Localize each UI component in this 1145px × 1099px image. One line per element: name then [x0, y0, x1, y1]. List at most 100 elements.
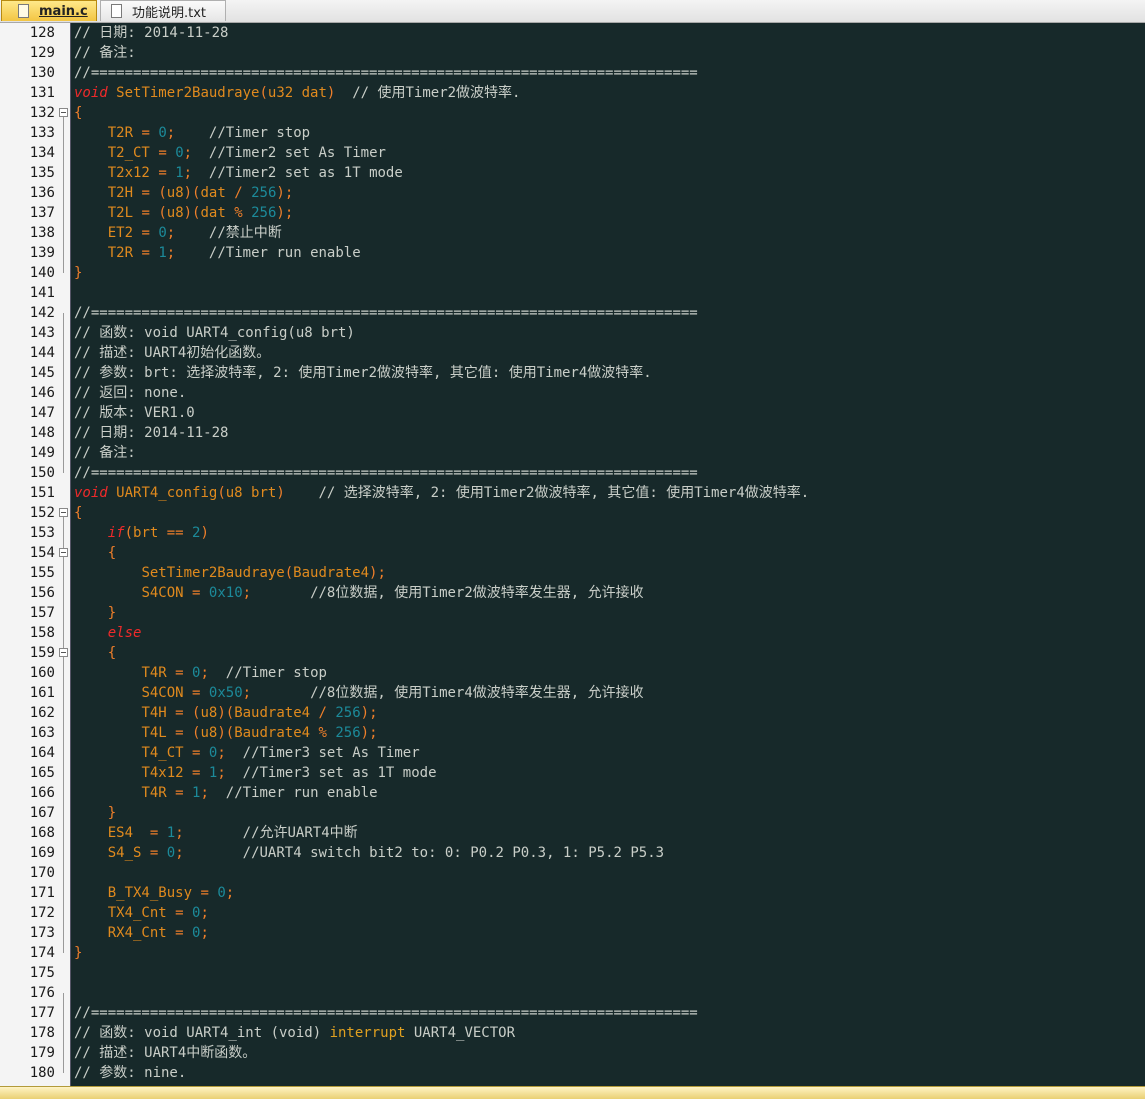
code-token: // 描述: UART4初始化函数。 — [74, 345, 271, 361]
code-token: ; — [175, 825, 184, 841]
code-token: else — [107, 625, 142, 641]
code-token: T4R — [141, 785, 167, 801]
code-line: { — [71, 543, 1145, 563]
collapse-icon[interactable] — [59, 508, 68, 517]
code-token: = — [200, 885, 209, 901]
code-token: //Timer stop — [225, 665, 327, 681]
code-token: B_TX4_Busy — [107, 885, 193, 901]
code-token: = — [141, 225, 150, 241]
code-line: ES4 = 1; //允许UART4中断 — [71, 823, 1145, 843]
code-line: //======================================… — [71, 63, 1145, 83]
line-number: 170 — [29, 865, 55, 881]
code-token: T2_CT — [107, 145, 150, 161]
line-number: 128 — [29, 25, 55, 41]
fold-margin[interactable] — [57, 23, 70, 1086]
code-token: UART4_VECTOR — [405, 1025, 516, 1041]
line-number: 136 — [29, 185, 55, 201]
code-token: == — [166, 525, 184, 541]
fold-line — [63, 313, 64, 473]
code-token: //Timer2 set As Timer — [208, 145, 386, 161]
code-token: S4CON — [141, 585, 184, 601]
code-line: { — [71, 103, 1145, 123]
line-number: 178 — [29, 1025, 55, 1041]
fold-line — [63, 653, 64, 813]
code-token: } — [74, 945, 83, 961]
code-token: 256 — [335, 705, 361, 721]
code-token: Baudrate4 — [293, 565, 370, 581]
code-token: //Timer3 set As Timer — [242, 745, 420, 761]
collapse-icon[interactable] — [59, 548, 68, 557]
line-number: 164 — [29, 745, 55, 761]
code-token: = — [158, 165, 167, 181]
code-token: u8 — [200, 725, 218, 741]
collapse-icon[interactable] — [59, 648, 68, 657]
code-token: % — [234, 205, 243, 221]
code-token: ( — [124, 525, 134, 541]
code-line: S4CON = 0x10; //8位数据, 使用Timer2做波特率发生器, 允… — [71, 583, 1145, 603]
line-number: 153 — [29, 525, 55, 541]
code-token: 1 — [166, 825, 176, 841]
code-token: S4_S — [107, 845, 142, 861]
tab-main-c[interactable]: main.c — [1, 0, 97, 21]
horizontal-scrollbar[interactable] — [0, 1086, 1145, 1099]
code-token: ; — [166, 225, 176, 241]
code-token: ) — [200, 525, 209, 541]
code-token: S4CON — [141, 685, 184, 701]
line-number: 156 — [29, 585, 55, 601]
code-token: } — [107, 805, 117, 821]
code-token: // 返回: none. — [74, 385, 187, 401]
code-token: )( — [217, 705, 235, 721]
code-area[interactable]: // 日期: 2014-11-28// 备注://===============… — [70, 23, 1145, 1086]
code-line: } — [71, 263, 1145, 283]
tab-function-notes-txt[interactable]: 功能说明.txt — [100, 0, 226, 21]
code-token: ) — [276, 485, 285, 501]
code-line: S4CON = 0x50; //8位数据, 使用Timer4做波特率发生器, 允… — [71, 683, 1145, 703]
line-number: 179 — [29, 1045, 55, 1061]
code-editor[interactable]: 128 129 130 131 132 133 134 135 136 137 138 139 140 1… — [0, 23, 1145, 1086]
text-file-icon — [111, 4, 122, 18]
code-token: ET2 — [107, 225, 134, 241]
collapse-icon[interactable] — [59, 108, 68, 117]
code-token: = — [141, 185, 150, 201]
line-number: 149 — [29, 445, 55, 461]
code-token: //8位数据, 使用Timer2做波特率发生器, 允许接收 — [310, 585, 644, 601]
code-token: = — [141, 125, 150, 141]
line-number: 141 — [29, 285, 55, 301]
code-line: // 参数: nine. — [71, 1063, 1145, 1083]
line-number: 134 — [29, 145, 55, 161]
line-number: 166 — [29, 785, 55, 801]
code-token: void — [74, 485, 108, 501]
code-line: T4x12 = 1; //Timer3 set as 1T mode — [71, 763, 1145, 783]
code-line: } — [71, 603, 1145, 623]
code-token: //UART4 switch bit2 to: 0: P0.2 P0.3, 1:… — [242, 845, 665, 861]
code-token: = — [175, 705, 184, 721]
